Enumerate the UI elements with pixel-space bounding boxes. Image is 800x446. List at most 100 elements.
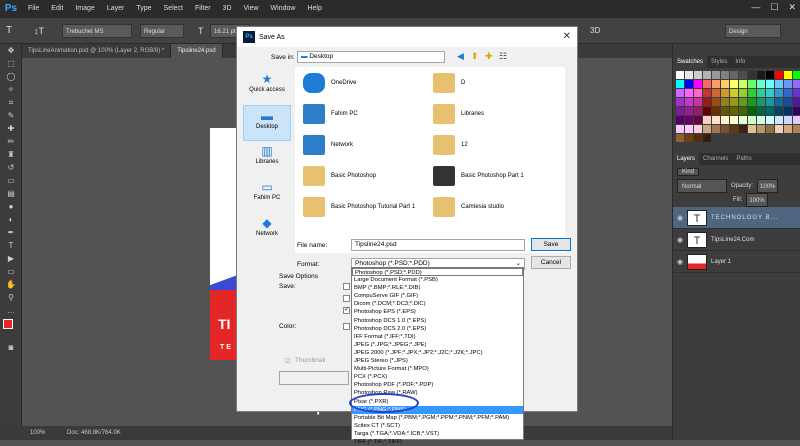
format-option[interactable]: Photoshop DCS 2.0 (*.EPS) bbox=[352, 325, 523, 333]
hand-tool-icon[interactable]: ✋ bbox=[0, 278, 22, 291]
eye-icon[interactable]: ◉ bbox=[673, 236, 687, 244]
swatch[interactable] bbox=[739, 89, 747, 97]
format-option[interactable]: CompuServe GIF (*.GIF) bbox=[352, 292, 523, 300]
format-option[interactable]: IFF Format (*.IFF;*.TDI) bbox=[352, 333, 523, 341]
menu-type[interactable]: Type bbox=[130, 0, 157, 18]
swatch[interactable] bbox=[775, 71, 783, 79]
swatch[interactable] bbox=[685, 125, 693, 133]
close-icon[interactable]: ✕ bbox=[788, 2, 796, 13]
menu-select[interactable]: Select bbox=[158, 0, 189, 18]
swatch[interactable] bbox=[676, 107, 684, 115]
foreground-color[interactable] bbox=[3, 319, 13, 329]
swatch[interactable] bbox=[793, 125, 800, 133]
swatch[interactable] bbox=[757, 80, 765, 88]
swatch[interactable] bbox=[793, 89, 800, 97]
swatch[interactable] bbox=[721, 98, 729, 106]
format-option[interactable]: TIFF (*.TIF;*.TIFF) bbox=[352, 438, 523, 446]
save-button[interactable]: Save bbox=[531, 238, 571, 251]
opacity-field[interactable]: 100% bbox=[757, 179, 779, 193]
magic-wand-icon[interactable]: ✧ bbox=[0, 83, 22, 96]
swatch[interactable] bbox=[694, 98, 702, 106]
file-item[interactable]: 12 bbox=[433, 135, 563, 155]
zoom-tool-icon[interactable]: ⚲ bbox=[0, 291, 22, 304]
swatch[interactable] bbox=[748, 71, 756, 79]
swatch[interactable] bbox=[721, 116, 729, 124]
lasso-tool-icon[interactable]: ◯ bbox=[0, 70, 22, 83]
option-checkbox[interactable]: ✓ bbox=[343, 307, 350, 314]
swatch[interactable] bbox=[775, 80, 783, 88]
swatch[interactable] bbox=[766, 125, 774, 133]
format-option[interactable]: Large Document Format (*.PSB) bbox=[352, 276, 523, 284]
layer-row[interactable]: ◉ T TECHNOLOGY B... bbox=[673, 207, 800, 229]
swatch[interactable] bbox=[721, 80, 729, 88]
file-name-field[interactable]: Tipsline24.psd bbox=[351, 239, 525, 251]
place-fahim-pc[interactable]: ▭ Fahim PC bbox=[243, 177, 291, 213]
layer-row[interactable]: ◉ Layer 1 bbox=[673, 251, 800, 273]
swatch[interactable] bbox=[676, 134, 684, 142]
format-option[interactable]: Scitex CT (*.SCT) bbox=[352, 422, 523, 430]
cancel-button[interactable]: Cancel bbox=[531, 256, 571, 269]
swatch[interactable] bbox=[676, 71, 684, 79]
menu-window[interactable]: Window bbox=[265, 0, 302, 18]
swatch[interactable] bbox=[739, 107, 747, 115]
swatch[interactable] bbox=[694, 89, 702, 97]
pen-tool-icon[interactable]: ✒ bbox=[0, 226, 22, 239]
swatch[interactable] bbox=[730, 71, 738, 79]
format-option[interactable]: Photoshop EPS (*.EPS) bbox=[352, 308, 523, 316]
thumbnail-checkbox-icon[interactable]: ☑ bbox=[285, 357, 291, 365]
file-item[interactable]: Fahim PC bbox=[303, 104, 433, 124]
swatch[interactable] bbox=[766, 80, 774, 88]
swatch[interactable] bbox=[739, 80, 747, 88]
font-style-select[interactable]: Regular bbox=[140, 24, 184, 38]
swatch[interactable] bbox=[676, 98, 684, 106]
eyedropper-tool-icon[interactable]: ✎ bbox=[0, 109, 22, 122]
swatch[interactable] bbox=[712, 80, 720, 88]
gradient-tool-icon[interactable]: ▤ bbox=[0, 187, 22, 200]
history-brush-icon[interactable]: ↺ bbox=[0, 161, 22, 174]
tab-info[interactable]: Info bbox=[731, 56, 749, 68]
eye-icon[interactable]: ◉ bbox=[673, 214, 687, 222]
swatch[interactable] bbox=[730, 89, 738, 97]
font-family-select[interactable]: Trebuchet MS bbox=[62, 24, 132, 38]
swatch[interactable] bbox=[739, 125, 747, 133]
swatch[interactable] bbox=[784, 71, 792, 79]
swatch[interactable] bbox=[730, 80, 738, 88]
swatch[interactable] bbox=[748, 89, 756, 97]
swatch[interactable] bbox=[694, 116, 702, 124]
swatch[interactable] bbox=[712, 107, 720, 115]
swatch[interactable] bbox=[730, 125, 738, 133]
swatch[interactable] bbox=[685, 107, 693, 115]
swatch[interactable] bbox=[757, 116, 765, 124]
file-item[interactable]: Basic Photoshop Tutorial Part 1 bbox=[303, 197, 433, 217]
text-orientation-icon[interactable]: ↕T bbox=[34, 24, 44, 38]
menu-filter[interactable]: Filter bbox=[189, 0, 217, 18]
swatch[interactable] bbox=[685, 116, 693, 124]
swatch[interactable] bbox=[685, 71, 693, 79]
move-tool-icon[interactable]: ✥ bbox=[0, 44, 22, 57]
healing-brush-icon[interactable]: ✚ bbox=[0, 122, 22, 135]
format-option[interactable]: Photoshop (*.PSD;*.PDD) bbox=[352, 268, 523, 277]
format-option[interactable]: JPEG 2000 (*.JPF;*.JPX;*.JP2;*.J2C;*.J2K… bbox=[352, 349, 523, 357]
place-libraries[interactable]: ▥ Libraries bbox=[243, 141, 291, 177]
swatch[interactable] bbox=[712, 116, 720, 124]
swatch[interactable] bbox=[775, 116, 783, 124]
tab-styles[interactable]: Styles bbox=[707, 56, 731, 68]
swatch[interactable] bbox=[784, 116, 792, 124]
swatch[interactable] bbox=[757, 71, 765, 79]
swatch[interactable] bbox=[766, 107, 774, 115]
color-swatches[interactable] bbox=[0, 317, 21, 341]
eraser-tool-icon[interactable]: ▭ bbox=[0, 174, 22, 187]
view-menu-icon[interactable]: ☷ bbox=[499, 51, 507, 62]
blur-tool-icon[interactable]: ● bbox=[0, 200, 22, 213]
eye-icon[interactable]: ◉ bbox=[673, 258, 687, 266]
tab-tipslineanimation[interactable]: TipsLineAnimation.psd @ 100% (Layer 2, R… bbox=[22, 44, 172, 58]
format-option[interactable]: Photoshop PDF (*.PDF;*.PDP) bbox=[352, 381, 523, 389]
zoom-level[interactable]: 100% bbox=[30, 430, 45, 436]
swatch[interactable] bbox=[766, 98, 774, 106]
3d-mode-icon[interactable]: 3D bbox=[590, 24, 600, 38]
scrollbar[interactable] bbox=[569, 69, 575, 253]
swatch[interactable] bbox=[703, 134, 711, 142]
swatch[interactable] bbox=[685, 89, 693, 97]
swatch[interactable] bbox=[712, 89, 720, 97]
swatch[interactable] bbox=[721, 107, 729, 115]
